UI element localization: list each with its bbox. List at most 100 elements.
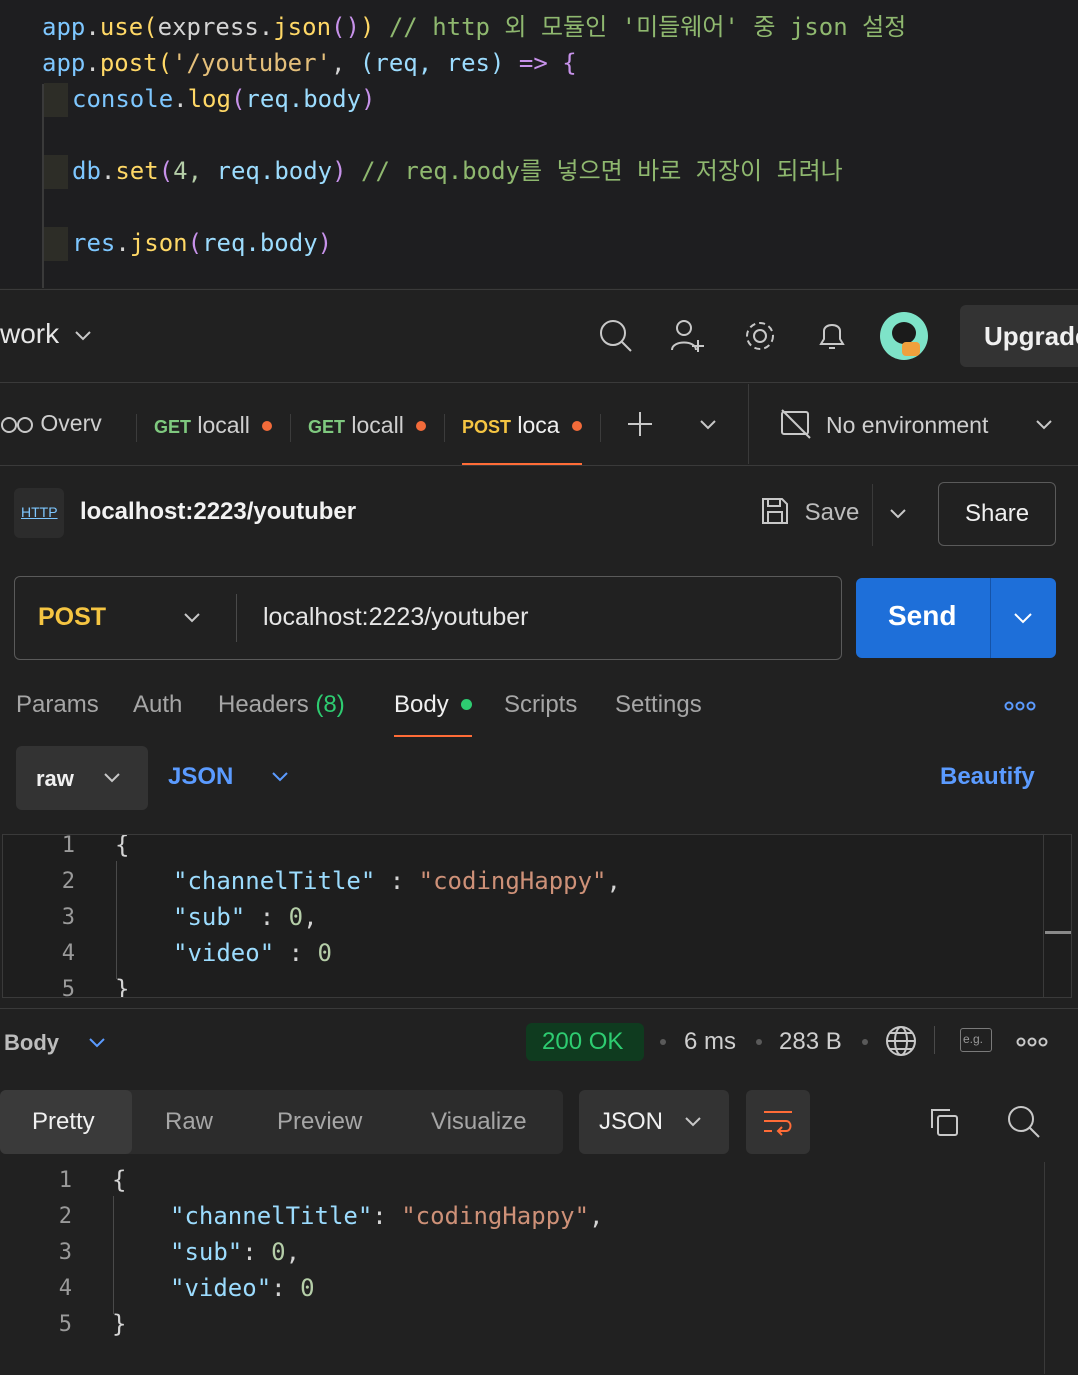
code-line-2: app.post('/youtuber', (req, res) => { — [42, 49, 577, 77]
line-number: 3 — [61, 905, 75, 930]
tab-request-2[interactable]: GET locall — [308, 412, 427, 439]
response-body-viewer[interactable]: 1 2 3 4 5 { "channelTitle": "codingHappy… — [0, 1162, 1078, 1374]
line-number: 2 — [58, 1204, 72, 1229]
response-format-select[interactable]: JSON — [579, 1090, 729, 1154]
tab-label: loca — [517, 412, 560, 438]
tab-method: GET — [308, 417, 346, 437]
json-line: "channelTitle" : "codingHappy", — [173, 867, 621, 895]
tab-request-1[interactable]: GET locall — [154, 412, 273, 439]
gear-icon[interactable] — [742, 318, 778, 354]
indent-guide — [116, 861, 117, 979]
tab-pretty-active[interactable]: Pretty — [0, 1090, 132, 1154]
tab-raw[interactable]: Raw — [165, 1108, 213, 1136]
status-badge[interactable]: 200 OK — [526, 1023, 644, 1061]
response-time[interactable]: 6 ms — [684, 1028, 736, 1056]
share-button[interactable]: Share — [938, 482, 1056, 546]
tab-auth[interactable]: Auth — [133, 691, 182, 719]
save-label: Save — [804, 499, 860, 526]
chevron-down-icon — [272, 772, 288, 782]
upgrade-button[interactable]: Upgrade — [960, 305, 1078, 367]
chevron-down-icon — [685, 1117, 701, 1127]
share-label: Share — [965, 500, 1030, 527]
tab-body[interactable]: Body — [394, 691, 473, 719]
indent-guide — [113, 1196, 114, 1314]
chevron-down-icon — [89, 1038, 105, 1048]
json-line: "video" : 0 — [173, 939, 332, 967]
status-label: 200 OK — [542, 1028, 624, 1055]
json-brace: } — [112, 1310, 127, 1338]
send-button[interactable]: Send — [856, 578, 1056, 658]
json-brace: } — [115, 975, 130, 998]
line-number: 3 — [58, 1240, 72, 1265]
tab-body-label: Body — [394, 691, 449, 718]
code-line-3: console.log(req.body) — [72, 85, 376, 113]
tab-preview[interactable]: Preview — [277, 1108, 362, 1136]
http-badge-label: HTTP — [21, 504, 58, 520]
tab-headers-label: Headers — [218, 691, 309, 718]
beautify-button[interactable]: Beautify — [940, 763, 1035, 791]
request-title[interactable]: localhost:2223/youtuber — [80, 498, 356, 526]
workspace-switcher[interactable]: work — [0, 318, 93, 350]
copy-icon[interactable] — [928, 1106, 960, 1138]
scrollbar-thumb[interactable] — [1045, 931, 1071, 934]
chevron-down-icon — [75, 331, 91, 341]
code-line-4: db.set(4, req.body) // req.body를 넣으면 바로 … — [72, 157, 843, 185]
tab-request-3-active[interactable]: POST loca — [462, 412, 582, 439]
tab-params[interactable]: Params — [16, 691, 99, 719]
tab-visualize[interactable]: Visualize — [431, 1108, 527, 1136]
tab-scripts[interactable]: Scripts — [504, 691, 577, 719]
tab-headers[interactable]: Headers (8) — [218, 691, 345, 719]
line-number: 2 — [61, 869, 75, 894]
request-body-editor[interactable]: 1 2 3 4 5 { "channelTitle" : "codingHapp… — [2, 834, 1072, 998]
http-badge: HTTP — [14, 488, 64, 538]
wrap-lines-button[interactable] — [746, 1090, 810, 1154]
avatar[interactable] — [880, 312, 928, 360]
unsaved-dot — [572, 421, 582, 431]
separator-dot — [862, 1039, 868, 1045]
example-icon[interactable]: e.g. — [960, 1028, 992, 1052]
separator-dot — [660, 1039, 666, 1045]
json-brace: { — [115, 834, 130, 859]
response-body-select[interactable]: Body — [4, 1030, 107, 1056]
save-button[interactable]: Save — [760, 496, 859, 527]
tab-settings[interactable]: Settings — [615, 691, 702, 719]
chevron-down-icon[interactable] — [698, 418, 718, 432]
indent-highlight — [44, 83, 68, 117]
overview-icon — [1, 417, 33, 433]
tab-separator — [600, 414, 601, 442]
body-language-select[interactable]: JSON — [168, 763, 290, 791]
more-options-icon[interactable] — [1016, 1036, 1048, 1048]
url-input[interactable]: localhost:2223/youtuber — [263, 603, 528, 632]
chevron-down-icon[interactable] — [1034, 418, 1054, 432]
divider — [0, 465, 1078, 466]
scrollbar-track — [1043, 835, 1044, 997]
indent-highlight — [44, 155, 68, 189]
workspace-name: work — [0, 318, 60, 349]
globe-icon[interactable] — [884, 1024, 918, 1058]
bell-icon[interactable] — [816, 318, 848, 354]
chevron-down-icon[interactable] — [888, 507, 908, 521]
body-indicator-dot — [461, 699, 473, 710]
more-options-icon[interactable] — [1004, 700, 1036, 712]
line-number: 5 — [58, 1312, 72, 1337]
tab-separator — [444, 414, 445, 442]
tab-overview[interactable]: Overv — [0, 410, 102, 437]
search-icon[interactable] — [598, 318, 634, 354]
unsaved-dot — [262, 421, 273, 431]
json-line: "sub": 0, — [170, 1238, 301, 1266]
line-number: 1 — [61, 834, 75, 858]
wrap-lines-icon — [764, 1111, 792, 1136]
search-icon[interactable] — [1006, 1104, 1042, 1140]
chevron-down-icon[interactable] — [182, 611, 202, 625]
indent-highlight — [44, 227, 68, 261]
environment-selector[interactable]: No environment — [826, 412, 988, 439]
example-label: e.g. — [963, 1032, 984, 1046]
chevron-down-icon[interactable] — [1012, 611, 1034, 625]
invite-user-icon[interactable] — [670, 318, 706, 354]
tab-label: locall — [197, 412, 250, 438]
method-select[interactable]: POST — [38, 603, 106, 632]
response-size[interactable]: 283 B — [779, 1028, 842, 1056]
code-editor[interactable]: app.use(express.json()) // http 외 모듈인 '미… — [0, 0, 1078, 288]
plus-icon[interactable] — [626, 410, 654, 438]
body-mode-select[interactable]: raw — [16, 746, 148, 810]
